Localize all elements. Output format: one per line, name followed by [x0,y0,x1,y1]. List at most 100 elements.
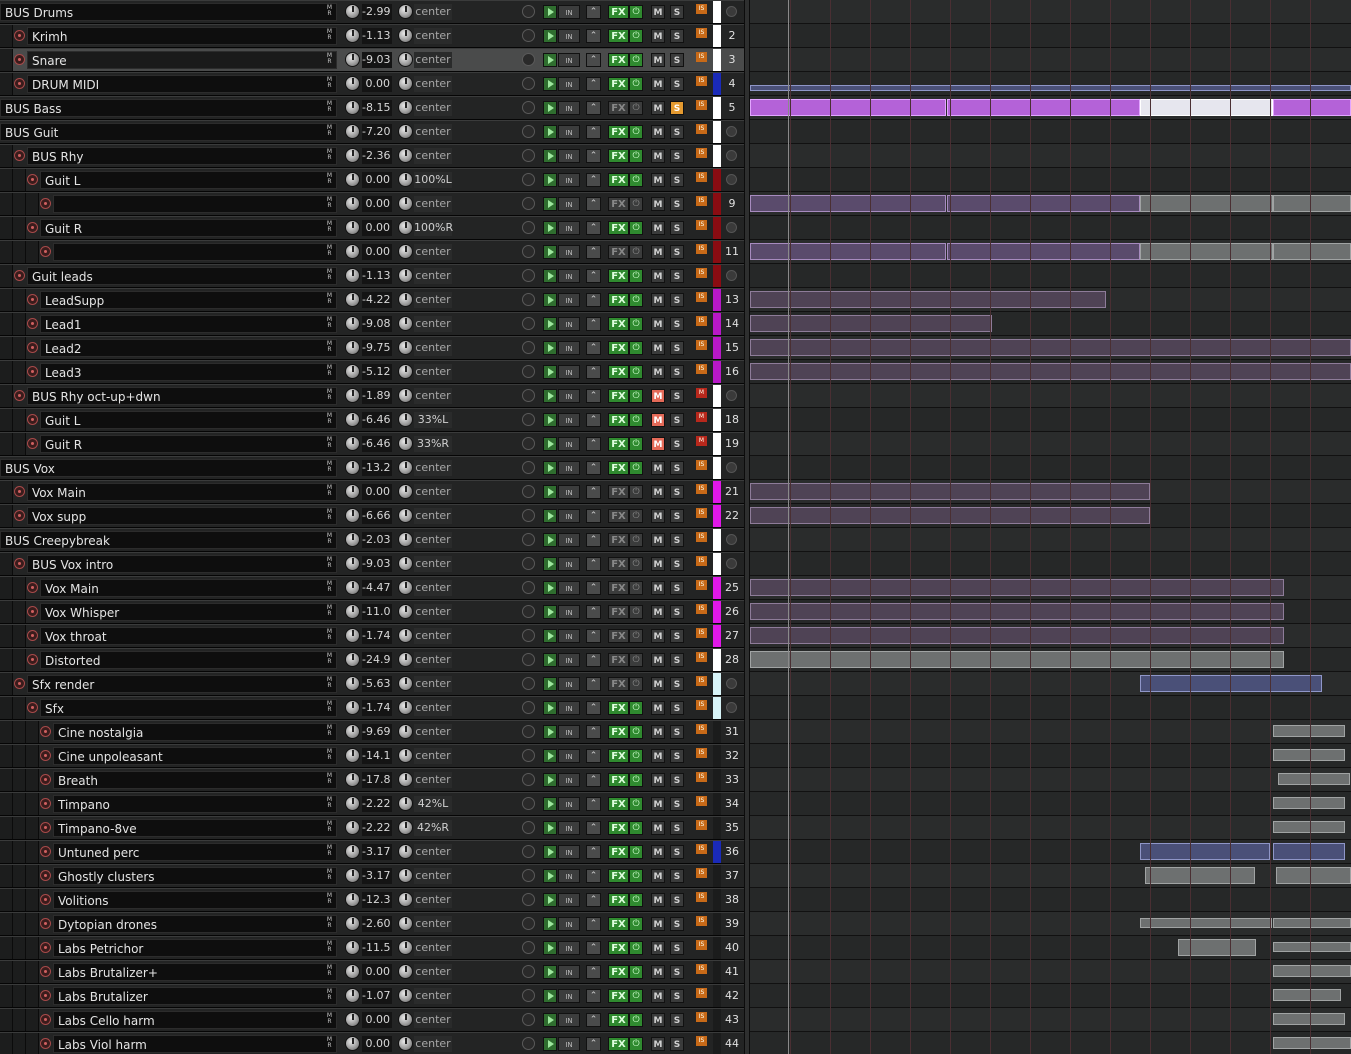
media-item[interactable] [1276,867,1351,884]
mute-button[interactable]: M [651,317,665,331]
folder-state-icon[interactable] [726,6,737,17]
fx-button[interactable]: FX [608,581,629,595]
volume-value[interactable]: -5.63 [362,676,392,692]
fx-button[interactable]: FX [608,533,629,547]
input-button[interactable]: IN [558,509,580,523]
fx-button[interactable]: FX [608,797,629,811]
play-icon[interactable] [543,749,557,763]
pan-knob[interactable] [398,964,413,979]
power-icon[interactable]: ⏻ [629,509,643,523]
solo-button[interactable]: S [670,677,684,691]
volume-knob[interactable] [345,76,360,91]
pan-value[interactable]: center [414,148,452,164]
solo-button[interactable]: S [670,197,684,211]
track-row[interactable]: Dytopian drones M R -2.60 center IN ⌃ FX ⏻ M S IS 39 [0,912,744,936]
solo-button[interactable]: S [670,701,684,715]
mute-button[interactable]: M [651,173,665,187]
power-icon[interactable]: ⏻ [629,893,643,907]
routing-icon[interactable]: IS [696,196,707,206]
mute-button[interactable]: M [651,245,665,259]
volume-value[interactable]: -6.46 [362,436,392,452]
routing-icon[interactable]: IS [696,820,707,830]
play-icon[interactable] [543,293,557,307]
pan-value[interactable]: center [414,772,452,788]
track-name-field[interactable]: Vox Whisper M R [40,603,337,621]
fx-button[interactable]: FX [608,917,629,931]
envelope-icon[interactable]: ⌃ [586,725,601,739]
pan-value[interactable]: center [414,364,452,380]
folder-state-icon[interactable] [726,462,737,473]
play-icon[interactable] [543,485,557,499]
play-icon[interactable] [543,413,557,427]
volume-value[interactable]: -9.03 [362,52,392,68]
routing-icon[interactable]: IS [696,580,707,590]
volume-value[interactable]: 0.00 [362,196,392,212]
volume-value[interactable]: -1.13 [362,28,392,44]
volume-value[interactable]: -2.60 [362,916,392,932]
track-name-field[interactable]: Guit L MR [40,171,337,189]
track-name-field[interactable]: Lead1 M R [40,315,337,333]
pan-value[interactable]: center [414,316,452,332]
track-name-field[interactable]: LeadSupp M R [40,291,337,309]
routing-icon[interactable]: IS [696,1036,707,1046]
power-icon[interactable]: ⏻ [629,1037,643,1051]
power-icon[interactable]: ⏻ [629,77,643,91]
track-record-icon[interactable] [40,726,51,737]
record-arm-icon[interactable] [522,941,535,954]
pan-value[interactable]: center [414,388,452,404]
volume-knob[interactable] [345,244,360,259]
play-icon[interactable] [543,845,557,859]
track-row[interactable]: Lead1 M R -9.08 center IN ⌃ FX ⏻ M S IS 14 [0,312,744,336]
solo-button[interactable]: S [670,869,684,883]
media-item[interactable] [1273,989,1341,1001]
input-button[interactable]: IN [558,197,580,211]
power-icon[interactable]: ⏻ [629,581,643,595]
fx-button[interactable]: FX [608,437,629,451]
track-lane[interactable] [750,384,1351,408]
input-button[interactable]: IN [558,1037,580,1051]
track-row[interactable]: Krimh M R -1.13 center IN ⌃ FX ⏻ M S IS 2 [0,24,744,48]
solo-button[interactable]: S [670,125,684,139]
track-row[interactable]: Labs Cello harm M R 0.00 center IN ⌃ FX ⏻ M S IS 43 [0,1008,744,1032]
track-name-field[interactable]: Labs Brutalizer+ M R [53,963,337,981]
media-item[interactable] [1273,243,1351,260]
volume-value[interactable]: -4.22 [362,292,392,308]
pan-value[interactable]: 33%R [414,436,452,452]
track-row[interactable]: Guit R M R -6.46 33%R IN ⌃ FX ⏻ M S M 19 [0,432,744,456]
record-arm-icon[interactable] [522,965,535,978]
fx-button[interactable]: FX [608,749,629,763]
volume-value[interactable]: 0.00 [362,172,392,188]
track-record-icon[interactable] [27,318,38,329]
mute-button[interactable]: M [651,773,665,787]
routing-icon[interactable]: IS [696,556,707,566]
record-arm-icon[interactable] [522,773,535,786]
volume-knob[interactable] [345,100,360,115]
mute-button[interactable]: M [651,701,665,715]
pan-knob[interactable] [398,244,413,259]
track-name-field[interactable]: Guit R MR [40,435,337,453]
routing-icon[interactable]: IS [696,340,707,350]
track-record-icon[interactable] [40,942,51,953]
track-record-icon[interactable] [27,582,38,593]
fx-button[interactable]: FX [608,389,629,403]
volume-value[interactable]: -24.9 [362,652,392,668]
volume-value[interactable]: 0.00 [362,244,392,260]
routing-icon[interactable]: IS [696,52,707,62]
volume-value[interactable]: 0.00 [362,1012,392,1028]
solo-button[interactable]: S [670,1037,684,1051]
track-record-icon[interactable] [27,222,38,233]
routing-icon[interactable]: M [696,388,707,398]
record-arm-icon[interactable] [522,269,535,282]
routing-icon[interactable]: IS [696,76,707,86]
track-row[interactable]: Guit leads M R -1.13 center IN ⌃ FX ⏻ M S IS [0,264,744,288]
media-item[interactable] [1140,195,1273,212]
power-icon[interactable]: ⏻ [629,605,643,619]
play-icon[interactable] [543,197,557,211]
solo-button[interactable]: S [670,725,684,739]
input-button[interactable]: IN [558,893,580,907]
pan-knob[interactable] [398,484,413,499]
record-arm-icon[interactable] [522,197,535,210]
record-arm-icon[interactable] [522,989,535,1002]
pan-value[interactable]: center [414,604,452,620]
track-lane[interactable] [750,192,1351,216]
